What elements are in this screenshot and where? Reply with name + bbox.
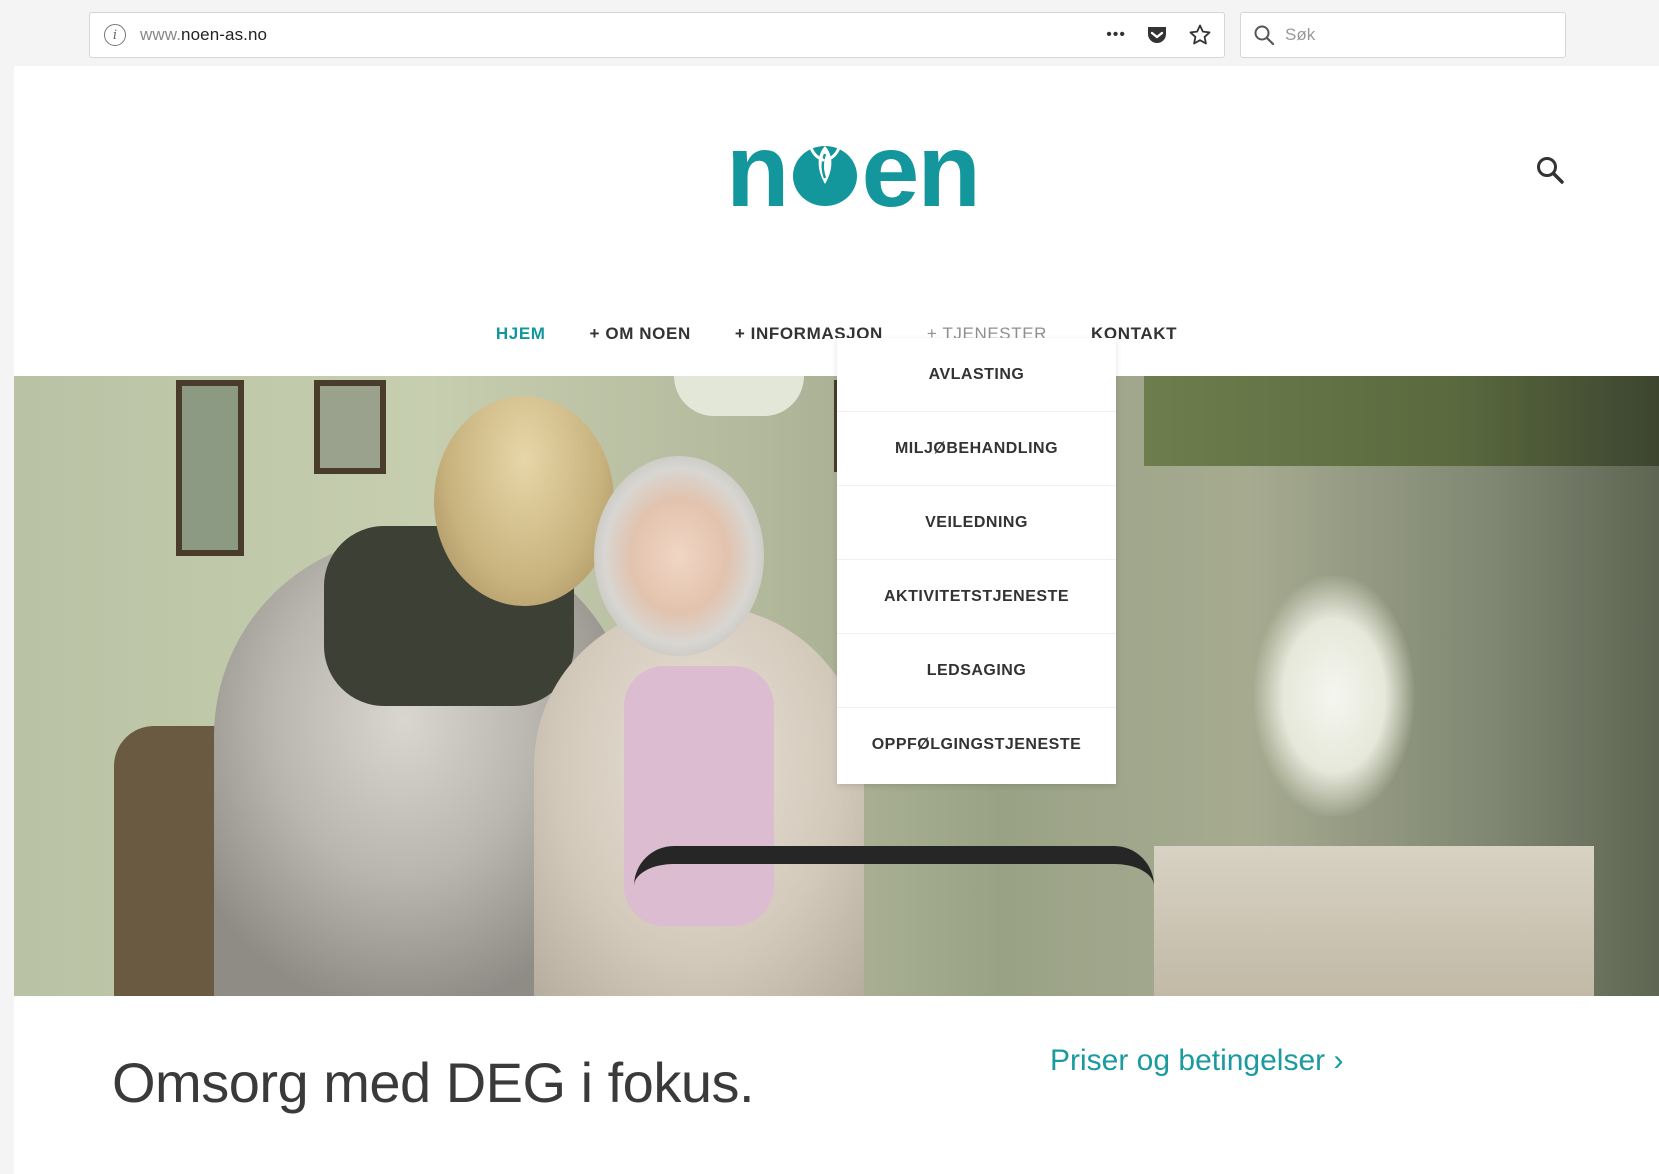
url-bar[interactable]: i www.noen-as.no ••• — [89, 12, 1225, 58]
browser-search-bar[interactable]: Søk — [1240, 12, 1566, 58]
star-icon[interactable] — [1188, 23, 1212, 47]
tjenester-dropdown-menu: AVLASTING MILJØBEHANDLING VEILEDNING AKT… — [837, 338, 1116, 784]
dropdown-item-aktivitetstjeneste[interactable]: AKTIVITETSTJENESTE — [837, 560, 1116, 634]
nav-item-om-noen[interactable]: + OM NOEN — [568, 306, 713, 362]
site-search-icon[interactable] — [1532, 152, 1568, 188]
dropdown-item-miljobehandling[interactable]: MILJØBEHANDLING — [837, 412, 1116, 486]
search-placeholder: Søk — [1285, 25, 1316, 44]
logo-text-right: en — [861, 113, 981, 229]
page-headline: Omsorg med DEG i fokus. — [112, 1051, 755, 1114]
pricing-link[interactable]: Priser og betingelser › — [1050, 1044, 1343, 1078]
dropdown-item-veiledning[interactable]: VEILEDNING — [837, 486, 1116, 560]
nav-item-hjem[interactable]: HJEM — [474, 306, 568, 362]
page-actions-menu-icon[interactable]: ••• — [1106, 26, 1126, 44]
logo-leaf-icon — [792, 142, 857, 206]
pocket-icon[interactable] — [1146, 25, 1168, 45]
logo-text-left: n — [726, 113, 790, 229]
site-logo[interactable]: n en — [726, 116, 986, 226]
web-page: n en HJEM + OM NOEN + INFORMASJON + TJEN… — [14, 66, 1659, 1174]
url-text[interactable]: www.noen-as.no — [140, 25, 267, 45]
info-icon[interactable]: i — [104, 24, 126, 46]
dropdown-item-ledsaging[interactable]: LEDSAGING — [837, 634, 1116, 708]
search-icon — [1253, 24, 1275, 46]
dropdown-item-avlasting[interactable]: AVLASTING — [837, 338, 1116, 412]
url-actions: ••• — [1106, 13, 1212, 57]
dropdown-item-oppfolgingstjeneste[interactable]: OPPFØLGINGSTJENESTE — [837, 708, 1116, 782]
browser-chrome: i www.noen-as.no ••• Søk — [0, 0, 1659, 66]
